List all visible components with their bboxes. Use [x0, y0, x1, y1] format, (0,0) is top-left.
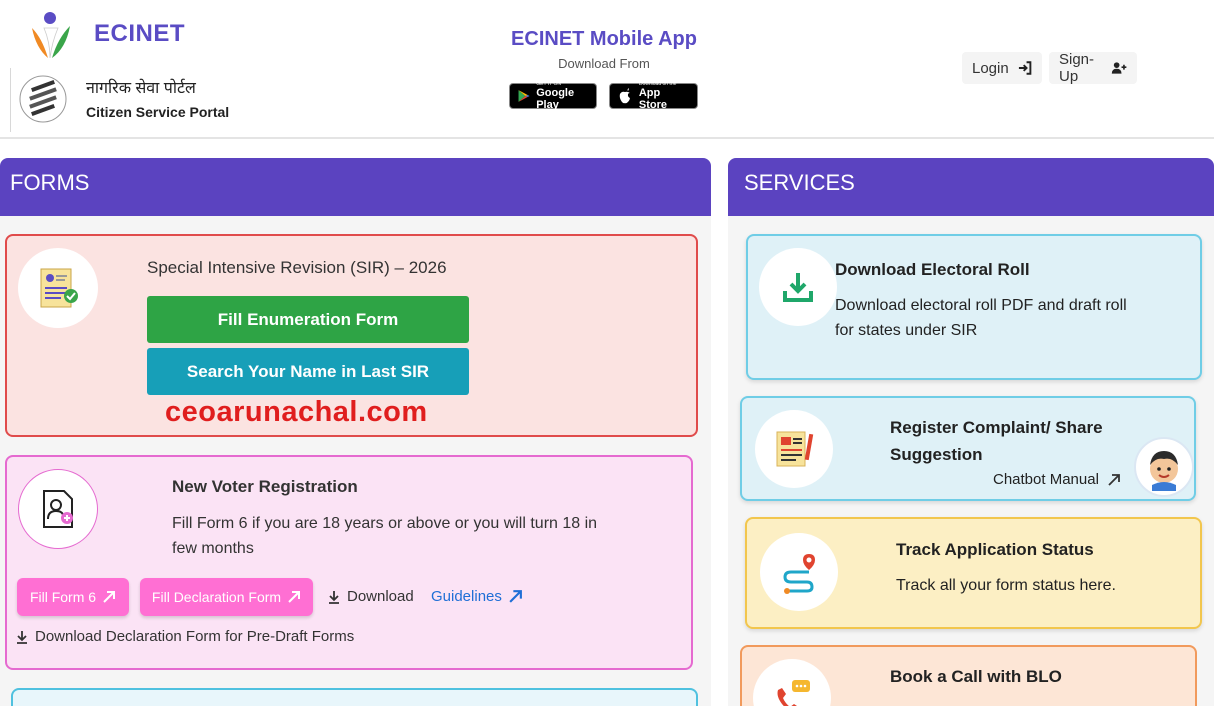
download-electoral-roll-card[interactable]: Download Electoral Roll Download elector… — [746, 234, 1202, 380]
book-call-blo-card[interactable]: Book a Call with BLO — [740, 645, 1197, 706]
fill-form-6-label: Fill Form 6 — [29, 589, 97, 605]
app-store-label: App Store — [638, 87, 667, 111]
login-button[interactable]: Login — [962, 52, 1042, 84]
brand-name[interactable]: ECINET — [94, 20, 185, 48]
enumeration-form-icon — [40, 268, 78, 308]
sign-in-icon — [1018, 61, 1032, 75]
download-roll-title: Download Electoral Roll — [835, 260, 1030, 279]
fill-form-6-button[interactable]: Fill Form 6 — [17, 578, 129, 616]
download-roll-description: Download electoral roll PDF and draft ro… — [835, 297, 1127, 339]
google-play-label: Google Play — [536, 87, 575, 111]
arrow-up-right-icon — [509, 590, 522, 603]
track-application-card[interactable]: Track Application Status Track all your … — [745, 517, 1202, 629]
watermark-text: ceoarunachal.com — [165, 396, 428, 428]
search-name-last-sir-button[interactable]: Search Your Name in Last SIR — [147, 348, 469, 395]
guidelines-link-label: Guidelines — [431, 588, 502, 605]
register-complaint-card[interactable]: Register Complaint/ Share Suggestion Cha… — [740, 396, 1196, 501]
apple-icon — [619, 88, 630, 104]
new-voter-title: New Voter Registration — [172, 477, 358, 496]
services-heading: SERVICES — [728, 158, 1214, 216]
fill-declaration-form-button[interactable]: Fill Declaration Form — [140, 578, 313, 616]
sir-icon-circle — [18, 248, 98, 328]
fill-enumeration-form-button[interactable]: Fill Enumeration Form — [147, 296, 469, 343]
new-voter-card: New Voter Registration Fill Form 6 if yo… — [5, 455, 693, 670]
eci-emblem-icon — [19, 75, 67, 123]
site-header: ECINET नागरिक सेवा पोर्टल Citizen Servic… — [0, 0, 1214, 139]
download-link-label: Download — [347, 588, 414, 605]
signup-button[interactable]: Sign-Up — [1049, 51, 1137, 85]
download-icon — [329, 590, 339, 604]
voter-icon-circle — [18, 469, 98, 549]
fill-declaration-label: Fill Declaration Form — [151, 589, 282, 605]
user-plus-icon — [1111, 62, 1127, 74]
chatbot-avatar-icon — [1150, 451, 1178, 491]
ecinet-logo-icon[interactable] — [22, 8, 80, 64]
arrow-up-right-icon — [103, 591, 116, 603]
signup-label: Sign-Up — [1059, 51, 1095, 85]
chatbot-manual-label: Chatbot Manual — [993, 471, 1099, 488]
arrow-up-right-icon — [1108, 473, 1120, 486]
track-icon-circle — [760, 533, 838, 611]
blo-icon-circle — [753, 659, 831, 706]
download-declaration-label: Download Declaration Form for Pre-Draft … — [35, 628, 355, 645]
app-store-button[interactable]: Download on the App Store — [609, 81, 698, 111]
login-label: Login — [972, 59, 1009, 77]
sir-title: Special Intensive Revision (SIR) – 2026 — [147, 258, 447, 277]
download-declaration-link[interactable]: Download Declaration Form for Pre-Draft … — [15, 628, 354, 645]
portal-title-english: Citizen Service Portal — [86, 104, 230, 120]
mobile-app-subtitle: Download From — [558, 56, 650, 71]
route-pin-icon — [783, 554, 815, 594]
complaint-form-icon — [776, 431, 814, 467]
download-roll-icon-circle — [759, 248, 837, 326]
track-title: Track Application Status — [896, 540, 1094, 559]
new-voter-description: Fill Form 6 if you are 18 years or above… — [172, 515, 598, 557]
forms-heading: FORMS — [0, 158, 711, 216]
download-link[interactable]: Download — [327, 588, 414, 605]
voter-mitra-chatbot-button[interactable] — [1134, 437, 1194, 497]
phone-chat-icon — [777, 680, 810, 706]
download-icon — [17, 630, 27, 644]
download-tray-icon — [783, 273, 813, 302]
complaint-icon-circle — [755, 410, 833, 488]
portal-title-hindi: नागरिक सेवा पोर्टल — [86, 80, 196, 97]
portal-divider — [10, 68, 11, 132]
mobile-app-title: ECINET Mobile App — [511, 28, 697, 50]
chatbot-manual-link[interactable]: Chatbot Manual — [993, 467, 1121, 492]
guidelines-link[interactable]: Guidelines — [431, 588, 523, 605]
add-user-document-icon — [43, 490, 73, 528]
blo-title: Book a Call with BLO — [890, 667, 1062, 686]
arrow-up-right-icon — [288, 591, 301, 603]
complaint-title: Register Complaint/ Share Suggestion — [890, 418, 1103, 464]
google-play-button[interactable]: GET IT ON Google Play — [509, 81, 597, 111]
track-description: Track all your form status here. — [896, 577, 1116, 594]
next-form-card[interactable] — [11, 688, 698, 706]
sir-card: Special Intensive Revision (SIR) – 2026 … — [5, 234, 698, 437]
google-play-icon — [518, 90, 530, 102]
